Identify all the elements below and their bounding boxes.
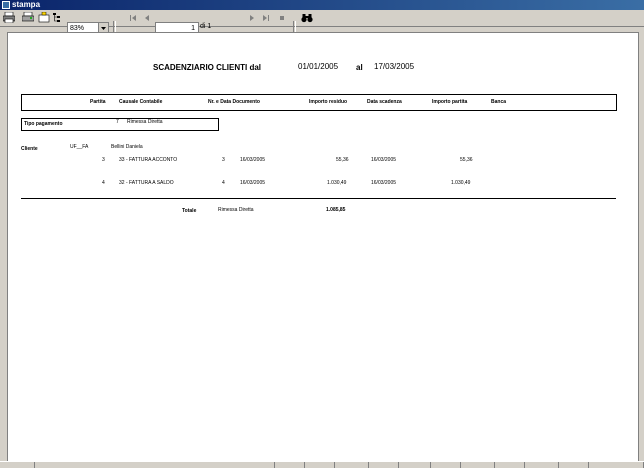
header-data-scadenza: Data scadenza [367,99,402,105]
group-tree-icon[interactable] [52,11,65,24]
toolbar: 83% 1 di 1 [0,10,644,35]
al-label: al [356,63,363,72]
row1-scadenza: 16/03/2005 [371,157,397,163]
status-pane [304,462,335,468]
header-partita: Partita [90,99,106,105]
total-divider [21,198,616,199]
status-pane [558,462,589,468]
status-pane [460,462,495,468]
row1-causale: 33 - FATTURA ACCONTO [119,157,178,163]
status-pane [494,462,525,468]
print-setup-icon[interactable] [21,11,34,24]
row2-partita: 4 [102,180,105,186]
status-pane [334,462,369,468]
tipo-pagamento-code: 7 [116,119,119,125]
cliente-code: UF__FA [70,144,89,150]
header-banca: Banca [491,99,507,105]
report-title: SCADENZIARIO CLIENTI dal [153,63,262,72]
app-icon [2,1,10,9]
status-pane [0,462,35,468]
row2-nr: 4 [222,180,225,186]
status-pane [430,462,461,468]
row2-data: 16/03/2005 [240,180,266,186]
header-causale: Causale Contabile [119,99,163,105]
row2-importo: 1.030,49 [451,180,471,186]
date-from: 01/01/2005 [298,62,339,71]
row1-nr: 3 [222,157,225,163]
header-importo-residuo: Importo residuo [309,99,348,105]
totale-label: Totale [182,208,197,214]
status-pane [34,462,275,468]
tipo-pagamento-label: Tipo pagamento [24,121,63,127]
row1-data: 16/03/2005 [240,157,266,163]
header-importo-partita: Importo partita [432,99,468,105]
window-title-bar: stampa [0,0,644,10]
window-title: stampa [12,0,41,9]
first-page-icon[interactable] [126,11,139,24]
totale-desc: Rimessa Diretta [218,207,254,213]
search-binoculars-icon[interactable] [300,11,313,24]
page-number-value: 1 [191,25,195,32]
totale-value: 1.085,85 [326,207,346,213]
last-page-icon[interactable] [259,11,272,24]
next-page-icon[interactable] [245,11,258,24]
cliente-label: Cliente [21,146,38,152]
status-pane [398,462,431,468]
export-icon[interactable] [37,11,50,24]
row2-causale: 32 - FATTURA A SALDO [119,180,174,186]
row1-residuo: 55,36 [336,157,349,163]
prev-page-icon[interactable] [140,11,153,24]
cliente-name: Bellini Daniela [111,144,143,150]
status-pane [274,462,305,468]
row1-importo: 55,36 [460,157,473,163]
status-pane [368,462,399,468]
row1-partita: 3 [102,157,105,163]
print-icon[interactable] [2,11,15,24]
status-pane [524,462,559,468]
row2-residuo: 1.030,49 [327,180,347,186]
stop-icon[interactable] [275,11,288,24]
row2-scadenza: 16/03/2005 [371,180,397,186]
tipo-pagamento-desc: Rimessa Diretta [127,119,163,125]
date-to: 17/03/2005 [374,62,415,71]
header-nr-data: Nr. e Data Documento [208,99,260,105]
page-count-label: di 1 [200,23,212,30]
status-pane [588,462,644,468]
